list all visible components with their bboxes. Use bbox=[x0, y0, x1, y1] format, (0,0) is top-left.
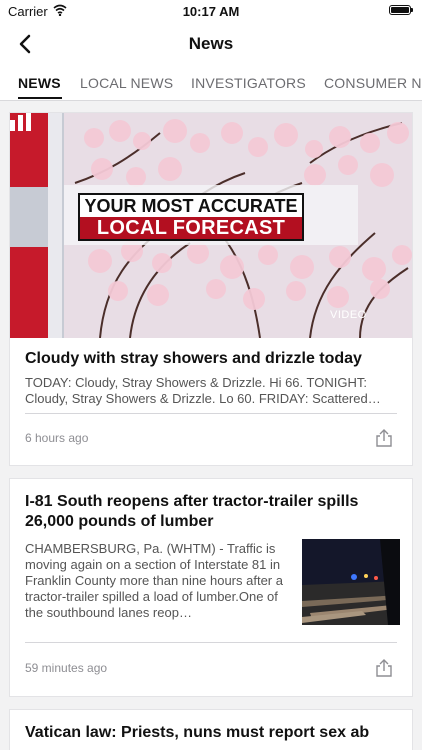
story-summary: TODAY: Cloudy, Stray Showers & Drizzle. … bbox=[25, 375, 381, 406]
share-icon[interactable] bbox=[375, 659, 393, 677]
category-tabs: NEWS LOCAL NEWS INVESTIGATORS CONSUMER N… bbox=[0, 66, 422, 101]
story-image[interactable]: YOUR MOST ACCURATE LOCAL FORECAST VIDEO bbox=[10, 113, 412, 338]
card-divider bbox=[25, 413, 397, 414]
forecast-banner-bottom: LOCAL FORECAST bbox=[80, 217, 302, 239]
tab-consumer-news[interactable]: CONSUMER NE bbox=[324, 75, 422, 91]
story-summary: CHAMBERSBURG, Pa. (WHTM) - Traffic is mo… bbox=[25, 541, 283, 620]
highway-lumber-image bbox=[302, 539, 400, 625]
story-card[interactable]: YOUR MOST ACCURATE LOCAL FORECAST VIDEO … bbox=[10, 113, 412, 465]
story-timestamp: 6 hours ago bbox=[25, 431, 89, 445]
page-title: News bbox=[188, 34, 234, 53]
active-tab-indicator bbox=[18, 97, 62, 99]
video-label: VIDEO bbox=[330, 309, 367, 321]
story-title[interactable]: I-81 South reopens after tractor-trailer… bbox=[25, 492, 397, 532]
forecast-banner-top: YOUR MOST ACCURATE bbox=[80, 195, 302, 217]
tab-local-news[interactable]: LOCAL NEWS bbox=[80, 75, 173, 91]
story-card[interactable]: I-81 South reopens after tractor-trailer… bbox=[10, 479, 412, 696]
story-thumbnail[interactable] bbox=[302, 539, 400, 625]
story-timestamp: 59 minutes ago bbox=[25, 661, 108, 675]
story-title[interactable]: Vatican law: Priests, nuns must report s… bbox=[25, 723, 397, 743]
story-title[interactable]: Cloudy with stray showers and drizzle to… bbox=[25, 349, 397, 369]
tab-news[interactable]: NEWS bbox=[18, 75, 61, 91]
story-card[interactable]: Vatican law: Priests, nuns must report s… bbox=[10, 710, 412, 750]
card-divider bbox=[25, 642, 397, 643]
battery-icon bbox=[389, 5, 413, 15]
forecast-banner: YOUR MOST ACCURATE LOCAL FORECAST bbox=[78, 193, 304, 241]
clock: 10:17 AM bbox=[182, 4, 240, 19]
share-icon[interactable] bbox=[375, 429, 393, 447]
navigation-bar: News bbox=[0, 22, 422, 66]
tab-investigators[interactable]: INVESTIGATORS bbox=[191, 75, 306, 91]
video-bars-icon bbox=[10, 113, 31, 131]
status-bar: Carrier 10:17 AM bbox=[0, 0, 422, 22]
